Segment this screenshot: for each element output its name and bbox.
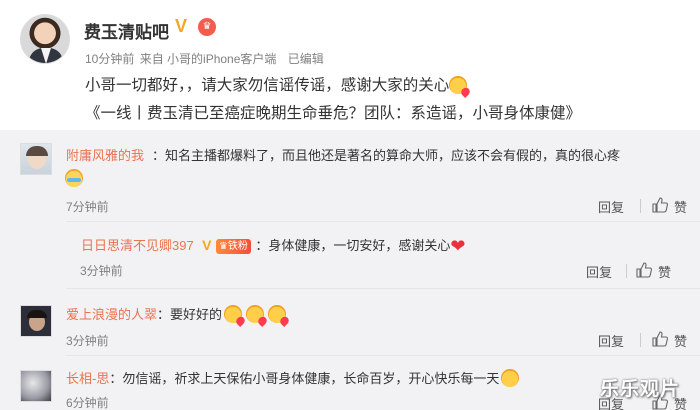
verified-v-icon: V — [202, 237, 212, 253]
comment-line: 长相-思：勿信谣，祈求上天保佑小哥身体健康，长命百岁，开心快乐每一天 — [66, 368, 520, 388]
watermark: 乐乐观片 — [600, 379, 681, 400]
like-button[interactable]: 赞 — [674, 197, 687, 216]
comment-line: 爱上浪漫的人翠：要好好的 — [66, 304, 287, 324]
comment-text: ：勿信谣，祈求上天保佑小哥身体健康，长命百岁，开心快乐每一天 — [109, 371, 500, 386]
like-button[interactable]: 赞 — [658, 262, 671, 281]
post-body: 小哥一切都好，，请大家勿信谣传谣，感谢大家的关心 — [85, 77, 450, 94]
comment-username[interactable]: 长相-思 — [66, 371, 109, 386]
reply-button[interactable]: 回复 — [586, 262, 612, 281]
comment-divider — [66, 221, 700, 222]
post-time[interactable]: 10分钟前 — [85, 52, 134, 66]
post-source[interactable]: 来自 小哥的iPhone客户端 — [140, 52, 277, 66]
comment-avatar[interactable] — [20, 305, 52, 337]
comment-username[interactable]: 附庸风雅的我 — [66, 145, 144, 164]
comment-avatar[interactable] — [20, 370, 52, 402]
post-quote[interactable]: 《一线丨费玉清已至癌症晚期生命垂危？团队：系造谣，小哥身体康健》 — [85, 101, 581, 123]
action-divider — [626, 264, 627, 278]
weibo-post: 费玉清贴吧 V ♛ 10分钟前 来自 小哥的iPhone客户端 已编辑 小哥一切… — [0, 0, 700, 130]
heart-emoji-icon: ❤ — [450, 236, 466, 256]
reply-button[interactable]: 回复 — [598, 197, 624, 216]
fan-badge: ♛铁粉 — [215, 239, 251, 254]
reply-comment: 日日思清不见卿397 V ♛铁粉 ：身体健康，一切安好，感谢关心❤ — [81, 235, 465, 257]
post-edited[interactable]: 已编辑 — [288, 52, 324, 66]
comment-divider — [66, 355, 700, 356]
comment-text: ：知名主播都爆料了，而且他还是著名的算命大师，应该不会有假的，真的很心疼 — [152, 148, 621, 163]
kiss-emoji-icon — [449, 76, 468, 94]
post-text: 小哥一切都好，，请大家勿信谣传谣，感谢大家的关心 — [85, 73, 468, 95]
comment-time: 7分钟前 — [66, 200, 109, 214]
comment-time: 6分钟前 — [66, 396, 109, 410]
reply-button[interactable]: 回复 — [598, 331, 624, 350]
kiss-emoji-icon — [268, 305, 287, 323]
comment-time: 3分钟前 — [80, 264, 123, 278]
thumbs-up-icon[interactable] — [652, 331, 668, 347]
author-name[interactable]: 费玉清贴吧 — [84, 18, 169, 43]
vip-badge-icon: ♛ — [198, 18, 216, 36]
comment-text: ：身体健康，一切安好，感谢关心 — [255, 238, 451, 253]
like-button[interactable]: 赞 — [674, 331, 687, 350]
action-divider — [640, 199, 641, 213]
thumbs-up-icon[interactable] — [652, 197, 668, 213]
thumbs-up-icon[interactable] — [636, 262, 652, 278]
crying-emoji-icon — [65, 169, 83, 188]
comment-divider — [66, 288, 700, 289]
post-meta: 10分钟前 来自 小哥的iPhone客户端 已编辑 — [85, 50, 324, 67]
comment-text: ：要好好的 — [157, 307, 223, 322]
kiss-emoji-icon — [246, 305, 265, 323]
comment-avatar[interactable] — [20, 143, 52, 175]
comment-time: 3分钟前 — [66, 334, 109, 348]
action-divider — [640, 333, 641, 347]
fan-badge-label: 铁粉 — [227, 241, 248, 252]
verified-v-icon: V — [175, 16, 188, 36]
comment-username[interactable]: 日日思清不见卿397 — [81, 238, 194, 253]
kiss-emoji-icon — [224, 305, 243, 323]
comment-username[interactable]: 爱上浪漫的人翠 — [66, 307, 157, 322]
author-avatar[interactable] — [20, 14, 70, 64]
praying-emoji-icon — [501, 369, 520, 387]
